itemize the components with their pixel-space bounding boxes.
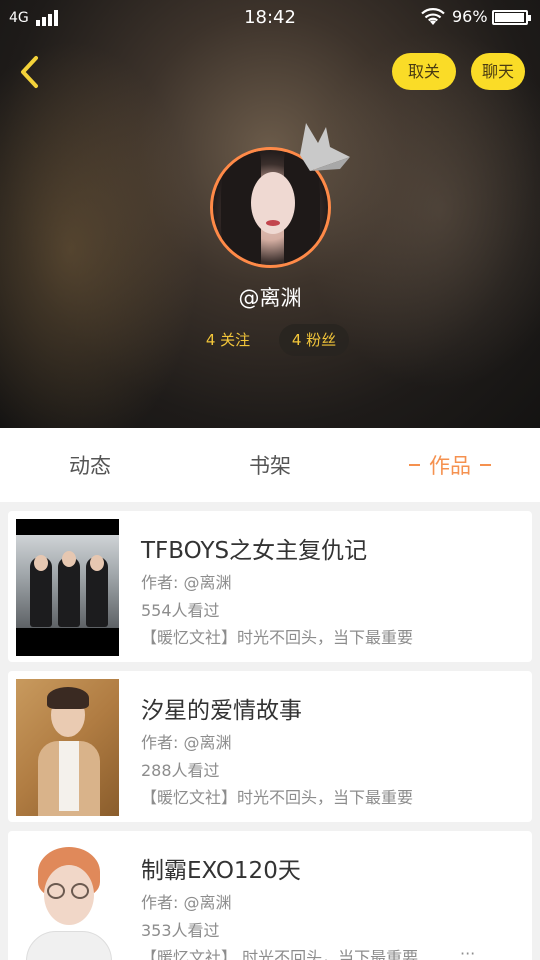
tab-bar: 动态 书架 作品 (0, 428, 540, 502)
list-item[interactable]: TFBOYS之女主复仇记 作者: @离渊 554人看过 【暖忆文社】时光不回头，… (8, 511, 532, 662)
chat-button[interactable]: 聊天 (471, 53, 525, 90)
work-views: 353人看过 (141, 921, 220, 940)
tab-indicator-right (480, 464, 491, 466)
unfollow-button[interactable]: 取关 (392, 53, 456, 90)
list-item[interactable]: 汐星的爱情故事 作者: @离渊 288人看过 【暖忆文社】时光不回头，当下最重要 (8, 671, 532, 822)
wifi-icon (421, 8, 445, 25)
work-views: 288人看过 (141, 761, 220, 780)
work-author: 作者: @离渊 (141, 733, 232, 752)
work-description: 【暖忆文社】时光不回头，当下最重要 (141, 628, 414, 647)
status-bar: 4G 18:42 96% (0, 0, 540, 34)
tab-activity[interactable]: 动态 (40, 428, 140, 502)
tab-bookshelf[interactable]: 书架 (220, 428, 320, 502)
work-description: 【暖忆文社】 时光不回头，当下最重要 (141, 948, 419, 960)
work-description: 【暖忆文社】时光不回头，当下最重要 (141, 788, 414, 807)
book-cover (16, 519, 119, 656)
following-count[interactable]: 4 关注 (198, 324, 258, 356)
work-title: TFBOYS之女主复仇记 (141, 538, 368, 564)
tab-indicator-left (409, 464, 420, 466)
battery-icon (492, 10, 531, 25)
battery-percent: 96% (452, 7, 488, 26)
work-title: 汐星的爱情故事 (141, 698, 302, 724)
book-cover (16, 839, 119, 960)
more-indicator: ··· (460, 944, 476, 960)
work-author: 作者: @离渊 (141, 573, 232, 592)
work-title: 制霸EXO120天 (141, 858, 301, 884)
back-button[interactable] (12, 50, 46, 94)
work-author: 作者: @离渊 (141, 893, 232, 912)
list-item[interactable]: 制霸EXO120天 作者: @离渊 353人看过 【暖忆文社】 时光不回头，当下… (8, 831, 532, 960)
username: @离渊 (238, 286, 302, 310)
work-views: 554人看过 (141, 601, 220, 620)
battery-fill (495, 13, 524, 22)
fans-count[interactable]: 4 粉丝 (279, 324, 349, 356)
book-cover (16, 679, 119, 816)
tab-works-label: 作品 (429, 454, 471, 478)
crown-icon (300, 123, 350, 171)
tab-works[interactable]: 作品 (390, 428, 510, 502)
